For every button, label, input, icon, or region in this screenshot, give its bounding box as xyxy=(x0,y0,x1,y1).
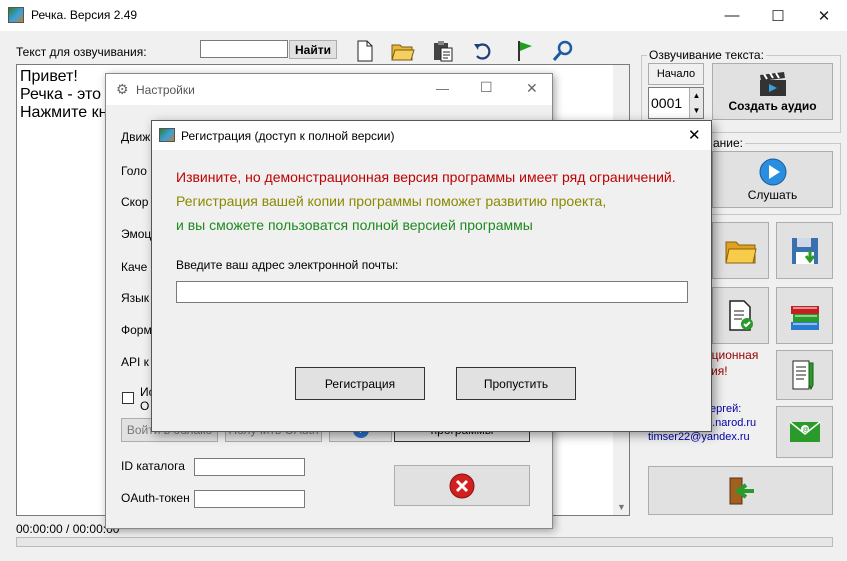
undo-icon[interactable] xyxy=(470,38,496,64)
author-line-2: 2.narod.ru xyxy=(706,417,757,429)
create-audio-label: Создать аудио xyxy=(728,98,817,113)
spinner-down-icon[interactable]: ▼ xyxy=(689,103,703,118)
oauth-token-input[interactable] xyxy=(194,490,305,508)
author-line-1: ергей: xyxy=(710,403,742,415)
editor-line: Нажмите кно xyxy=(20,104,117,121)
use-cloud-checkbox[interactable] xyxy=(122,392,134,404)
register-button[interactable]: Регистрация xyxy=(295,367,425,400)
close-button[interactable]: ✕ xyxy=(801,0,847,31)
flag-icon[interactable] xyxy=(512,38,538,64)
editor-line: Речка - это с xyxy=(20,86,114,103)
listen-button[interactable]: Слушать xyxy=(712,151,833,208)
progress-bar[interactable] xyxy=(16,537,833,547)
folder-icon xyxy=(724,241,757,263)
settings-gear-icon: ⚙ xyxy=(116,81,129,97)
registration-title: Регистрация (доступ к полной версии) xyxy=(181,129,395,143)
email-author-button[interactable]: @ xyxy=(776,406,833,458)
find-button[interactable]: Найти xyxy=(289,40,337,59)
settings-title-bar: ⚙ Настройки — ☐ ✕ xyxy=(106,74,552,105)
notes-button[interactable] xyxy=(776,350,833,400)
listen-label: Слушать xyxy=(747,188,798,202)
start-label-box: Начало xyxy=(648,63,704,85)
start-spinner[interactable]: 0001 ▲ ▼ xyxy=(648,87,704,119)
new-file-icon[interactable] xyxy=(352,38,378,64)
save-button[interactable] xyxy=(776,222,833,279)
books-icon xyxy=(790,305,819,330)
exit-door-icon xyxy=(729,477,754,504)
registration-app-icon xyxy=(159,128,175,142)
language-label: Язык xyxy=(121,291,150,305)
message-green: и вы сможете пользоватся полной версией … xyxy=(176,217,533,233)
save-icon xyxy=(791,237,818,264)
speed-label: Скор xyxy=(121,195,149,209)
voice-label: Голо xyxy=(121,164,147,178)
create-audio-button[interactable]: Создать аудио xyxy=(712,63,833,120)
engine-label: Движ xyxy=(121,130,151,144)
main-title-bar: Речка. Версия 2.49 — ☐ ✕ xyxy=(0,0,847,31)
settings-maximize-button[interactable]: ☐ xyxy=(480,79,493,96)
email-label: Введите ваш адрес электронной почты: xyxy=(176,258,399,272)
maximize-button[interactable]: ☐ xyxy=(755,0,801,31)
envelope-icon: @ xyxy=(789,421,820,442)
library-button[interactable] xyxy=(776,287,833,344)
message-olive: Регистрация вашей копии программы поможе… xyxy=(176,193,607,209)
settings-minimize-button[interactable]: — xyxy=(436,81,449,96)
search-input[interactable] xyxy=(200,40,288,58)
play-icon xyxy=(759,158,786,186)
document-check-icon xyxy=(728,299,753,331)
author-email[interactable]: timser22@yandex.ru xyxy=(648,431,750,443)
search-user-icon[interactable] xyxy=(550,38,576,64)
start-label: Начало xyxy=(656,68,696,80)
email-input[interactable] xyxy=(176,281,688,303)
paste-icon[interactable] xyxy=(430,38,456,64)
registration-dialog: Регистрация (доступ к полной версии) ✕ И… xyxy=(151,120,712,432)
cancel-icon xyxy=(449,473,475,498)
info-text-line-1: ационная xyxy=(705,348,759,362)
minimize-button[interactable]: — xyxy=(709,0,755,31)
api-key-label: API к xyxy=(121,355,149,369)
message-red: Извините, но демонстрационная версия про… xyxy=(176,169,676,185)
quality-label: Каче xyxy=(121,260,148,274)
format-label: Форм xyxy=(121,323,152,337)
settings-close-button[interactable]: ✕ xyxy=(526,80,538,97)
svg-text:@: @ xyxy=(802,428,808,434)
text-to-speak-label: Текст для озвучивания: xyxy=(16,45,147,59)
clapperboard-icon xyxy=(759,71,786,96)
scroll-down-icon[interactable]: ▼ xyxy=(617,502,626,512)
time-display: 00:00:00 / 00:00:00 xyxy=(16,522,120,536)
editor-line: Привет! xyxy=(20,68,78,85)
voicing-group-label: Озвучивание текста: xyxy=(647,48,766,62)
app-logo-icon xyxy=(8,7,24,23)
settings-title: Настройки xyxy=(136,83,195,97)
emotion-label: Эмоц xyxy=(121,227,152,241)
open-folder-button[interactable] xyxy=(712,222,769,279)
registration-close-button[interactable]: ✕ xyxy=(688,126,701,144)
spinner-up-icon[interactable]: ▲ xyxy=(689,88,703,103)
listen-group-label: ание: xyxy=(711,136,746,150)
skip-button[interactable]: Пропустить xyxy=(456,367,576,400)
main-window-title: Речка. Версия 2.49 xyxy=(31,8,138,22)
start-value: 0001 xyxy=(651,95,683,111)
catalog-id-label: ID каталога xyxy=(121,459,185,473)
oauth-token-label: OAuth-токен xyxy=(121,491,190,505)
catalog-id-input[interactable] xyxy=(194,458,305,476)
open-folder-icon[interactable] xyxy=(390,38,416,64)
exit-button[interactable] xyxy=(648,466,833,515)
notes-icon xyxy=(792,360,813,391)
check-document-button[interactable] xyxy=(712,287,769,344)
settings-cancel-button[interactable] xyxy=(394,465,530,506)
checkbox-label-2: О xyxy=(140,399,150,413)
registration-title-bar: Регистрация (доступ к полной версии) ✕ xyxy=(152,121,711,150)
